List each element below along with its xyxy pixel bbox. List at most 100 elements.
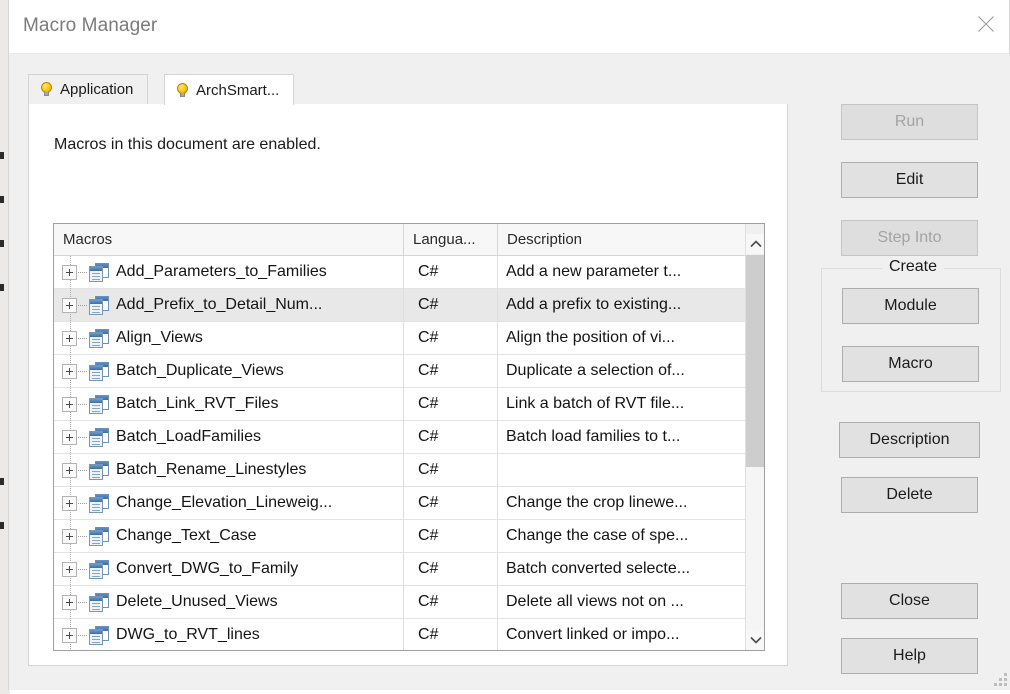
plus-icon[interactable] xyxy=(62,430,77,445)
tree-connector xyxy=(78,437,87,438)
page-title: Macro Manager xyxy=(23,15,157,37)
macro-module-icon xyxy=(89,626,109,645)
bulb-icon xyxy=(40,82,53,97)
column-header-macros[interactable]: Macros xyxy=(54,224,404,255)
macro-name-label: Delete_Unused_Views xyxy=(116,593,278,611)
macro-module-icon xyxy=(89,329,109,348)
chevron-up-icon[interactable] xyxy=(746,234,765,254)
tab-archsmart[interactable]: ArchSmart... xyxy=(164,74,294,105)
cell-description: Delete all views not on ... xyxy=(498,586,746,618)
table-row[interactable]: Batch_Duplicate_ViewsC#Duplicate a selec… xyxy=(54,355,746,388)
macro-module-icon xyxy=(89,527,109,546)
plus-icon[interactable] xyxy=(62,595,77,610)
tab-label: ArchSmart... xyxy=(196,82,279,99)
cell-macro-name[interactable]: DWG_to_RVT_lines xyxy=(54,619,404,651)
chevron-down-icon[interactable] xyxy=(746,630,765,650)
cell-macro-name[interactable]: Change_Text_Case xyxy=(54,520,404,552)
create-macro-button[interactable]: Macro xyxy=(842,346,979,382)
listview-scrollbar[interactable] xyxy=(745,224,764,650)
macro-module-icon xyxy=(89,296,109,315)
cell-macro-name[interactable]: Batch_LoadFamilies xyxy=(54,421,404,453)
plus-icon[interactable] xyxy=(62,265,77,280)
cell-macro-name[interactable]: Align_Views xyxy=(54,322,404,354)
cell-macro-name[interactable]: Add_Parameters_to_Families xyxy=(54,256,404,288)
plus-icon[interactable] xyxy=(62,529,77,544)
delete-button[interactable]: Delete xyxy=(841,477,978,513)
plus-icon[interactable] xyxy=(62,496,77,511)
edit-button[interactable]: Edit xyxy=(841,162,978,198)
column-header-language[interactable]: Langua... xyxy=(404,224,498,255)
macro-name-label: Batch_Link_RVT_Files xyxy=(116,395,278,413)
macro-module-icon xyxy=(89,560,109,579)
tree-connector xyxy=(78,338,87,339)
tab-application[interactable]: Application xyxy=(28,74,148,104)
table-row[interactable]: Batch_Rename_Linestyles C# xyxy=(54,454,746,487)
create-groupbox-legend: Create xyxy=(882,258,944,276)
macro-manager-dialog: Macro Manager Application ArchSmart... M… xyxy=(8,0,1010,690)
table-row[interactable]: Change_Elevation_Lineweig...C#Change the… xyxy=(54,487,746,520)
dialog-button-panel: Run Edit Step Into Create Module Macro D… xyxy=(821,54,1001,690)
listview-rows: Add_Parameters_to_FamiliesC#Add a new pa… xyxy=(54,256,746,651)
table-row[interactable]: Convert_DWG_to_Family C#Batch converted s… xyxy=(54,553,746,586)
cell-description: Align the position of vi... xyxy=(498,322,746,354)
tree-connector xyxy=(78,470,87,471)
plus-icon[interactable] xyxy=(62,397,77,412)
table-row[interactable]: Change_Text_CaseC#Change the case of spe… xyxy=(54,520,746,553)
tab-strip: Application ArchSmart... xyxy=(28,74,788,104)
macro-module-icon xyxy=(89,395,109,414)
cell-description: Change the crop linewe... xyxy=(498,487,746,519)
listview-header: Macros Langua... Description xyxy=(54,224,764,256)
cell-macro-name[interactable]: Batch_Duplicate_Views xyxy=(54,355,404,387)
cell-description: Batch converted selecte... xyxy=(498,553,746,585)
cell-language: C# xyxy=(404,553,498,585)
close-icon[interactable] xyxy=(963,0,1009,48)
tree-connector xyxy=(78,404,87,405)
table-row[interactable]: Align_ViewsC#Align the position of vi... xyxy=(54,322,746,355)
table-row[interactable]: Add_Prefix_to_Detail_Num...C#Add a prefi… xyxy=(54,289,746,322)
cell-macro-name[interactable]: Change_Elevation_Lineweig... xyxy=(54,487,404,519)
tree-connector xyxy=(78,503,87,504)
window-titlebar: Macro Manager xyxy=(9,0,1009,54)
table-row[interactable]: Delete_Unused_ViewsC#Delete all views no… xyxy=(54,586,746,619)
plus-icon[interactable] xyxy=(62,628,77,643)
run-button[interactable]: Run xyxy=(841,104,978,140)
plus-icon[interactable] xyxy=(62,562,77,577)
description-button[interactable]: Description xyxy=(839,422,980,458)
cell-language: C# xyxy=(404,322,498,354)
cell-language: C# xyxy=(404,454,498,486)
scrollbar-thumb[interactable] xyxy=(746,255,765,467)
macro-module-icon xyxy=(89,362,109,381)
plus-icon[interactable] xyxy=(62,463,77,478)
plus-icon[interactable] xyxy=(62,331,77,346)
tree-connector xyxy=(78,272,87,273)
help-button[interactable]: Help xyxy=(841,638,978,674)
cell-description xyxy=(498,454,746,486)
cell-macro-name[interactable]: Batch_Link_RVT_Files xyxy=(54,388,404,420)
tree-connector xyxy=(78,371,87,372)
cell-language: C# xyxy=(404,421,498,453)
macro-name-label: Change_Elevation_Lineweig... xyxy=(116,494,332,512)
table-row[interactable]: DWG_to_RVT_linesC#Convert linked or impo… xyxy=(54,619,746,651)
table-row[interactable]: Batch_Link_RVT_FilesC#Link a batch of RV… xyxy=(54,388,746,421)
cell-macro-name[interactable]: Batch_Rename_Linestyles xyxy=(54,454,404,486)
dialog-client-area: Application ArchSmart... Macros in this … xyxy=(9,54,1010,690)
column-header-description[interactable]: Description xyxy=(498,224,746,255)
scrollbar-track[interactable] xyxy=(746,255,765,630)
macros-listview[interactable]: Macros Langua... Description Add_Paramet… xyxy=(53,223,765,651)
close-button[interactable]: Close xyxy=(841,583,978,619)
macro-module-icon xyxy=(89,428,109,447)
plus-icon[interactable] xyxy=(62,298,77,313)
tree-connector xyxy=(78,602,87,603)
plus-icon[interactable] xyxy=(62,364,77,379)
cell-macro-name[interactable]: Add_Prefix_to_Detail_Num... xyxy=(54,289,404,321)
step-into-button[interactable]: Step Into xyxy=(841,220,978,256)
cell-macro-name[interactable]: Delete_Unused_Views xyxy=(54,586,404,618)
cell-macro-name[interactable]: Convert_DWG_to_Family xyxy=(54,553,404,585)
macro-name-label: Batch_Rename_Linestyles xyxy=(116,461,306,479)
table-row[interactable]: Add_Parameters_to_FamiliesC#Add a new pa… xyxy=(54,256,746,289)
create-module-button[interactable]: Module xyxy=(842,288,979,324)
table-row[interactable]: Batch_LoadFamiliesC#Batch load families … xyxy=(54,421,746,454)
macro-name-label: Convert_DWG_to_Family xyxy=(116,560,298,578)
resize-grip[interactable] xyxy=(994,673,1007,686)
cell-language: C# xyxy=(404,355,498,387)
